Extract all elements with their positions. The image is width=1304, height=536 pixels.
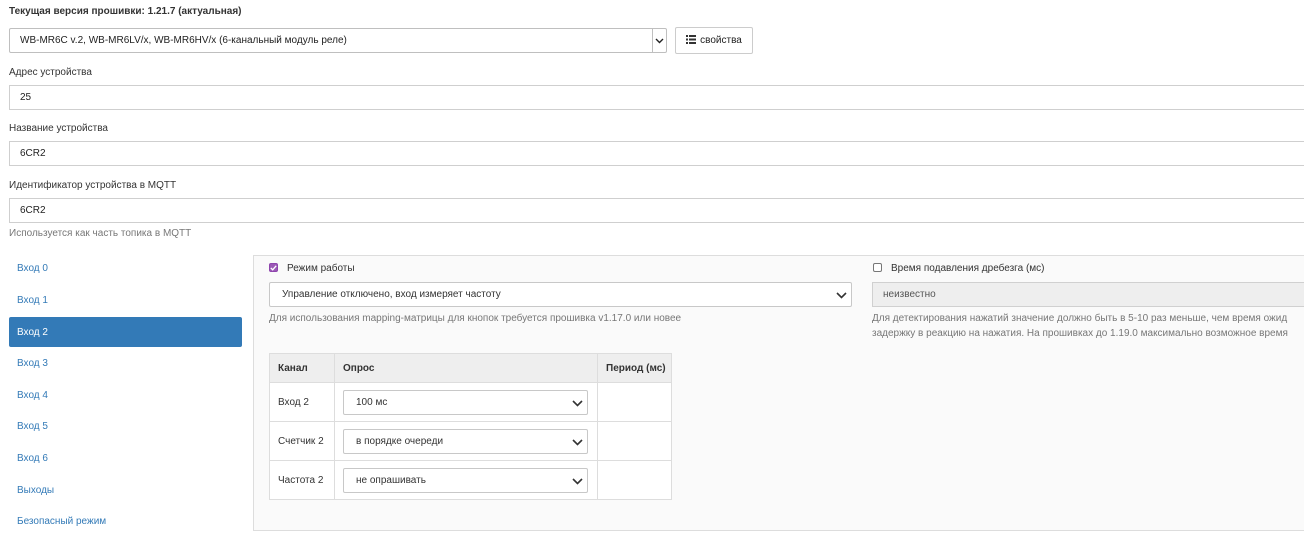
address-label: Адрес устройства [9, 67, 92, 78]
mqtt-id-value: 6CR2 [20, 205, 46, 216]
sidebar-item-label: Вход 0 [17, 262, 48, 274]
debounce-checkbox[interactable] [873, 263, 882, 272]
poll-cell: в порядке очереди [334, 421, 598, 461]
properties-button-label: свойства [700, 35, 742, 46]
sidebar-item-safe-mode[interactable]: Безопасный режим [9, 506, 242, 536]
address-input[interactable]: 25 [9, 85, 1304, 110]
poll-table: Канал Опрос Период (мс) Вход 2 100 мс Сч… [269, 353, 672, 500]
poll-select-value: 100 мс [356, 396, 388, 408]
header-channel: Канал [269, 353, 335, 383]
debounce-value: неизвестно [883, 289, 936, 300]
poll-cell: не опрашивать [334, 460, 598, 500]
mqtt-id-input[interactable]: 6CR2 [9, 198, 1304, 223]
period-cell[interactable] [597, 421, 672, 461]
mode-checkbox[interactable] [269, 263, 278, 272]
poll-cell: 100 мс [334, 382, 598, 422]
device-type-value: WB-MR6C v.2, WB-MR6LV/x, WB-MR6HV/x (6-к… [20, 35, 347, 46]
poll-select-value: не опрашивать [356, 474, 426, 486]
sidebar-item-input-1[interactable]: Вход 1 [9, 285, 242, 315]
chevron-down-icon [836, 291, 847, 302]
chevron-down-icon [572, 399, 583, 410]
properties-button[interactable]: свойства [675, 27, 753, 54]
mqtt-id-help: Используется как часть топика в MQTT [9, 228, 192, 239]
sidebar-item-label: Вход 4 [17, 389, 48, 401]
device-name-value: 6CR2 [20, 148, 46, 159]
device-type-select[interactable]: WB-MR6C v.2, WB-MR6LV/x, WB-MR6HV/x (6-к… [9, 28, 667, 53]
period-cell[interactable] [597, 382, 672, 422]
poll-select-value: в порядке очереди [356, 435, 444, 447]
chevron-down-icon [572, 477, 583, 488]
sidebar-item-label: Вход 6 [17, 452, 48, 464]
header-poll: Опрос [334, 353, 598, 383]
debounce-input[interactable]: неизвестно [872, 282, 1304, 307]
sidebar-item-label: Вход 5 [17, 420, 48, 432]
device-name-input[interactable]: 6CR2 [9, 141, 1304, 166]
debounce-label: Время подавления дребезга (мс) [891, 263, 1045, 274]
list-icon [686, 34, 697, 47]
debounce-help-line-2: задержку в реакцию на нажатия. На прошив… [872, 328, 1288, 339]
mode-help: Для использования mapping-матрицы для кн… [269, 313, 682, 324]
checkmark-icon [270, 264, 277, 271]
mode-select-value: Управление отключено, вход измеряет част… [282, 289, 501, 300]
header-period: Период (мс) [597, 353, 672, 383]
table-row: Частота 2 не опрашивать [269, 460, 672, 500]
sidebar-item-label: Вход 3 [17, 357, 48, 369]
channel-cell: Вход 2 [269, 382, 335, 422]
poll-select[interactable]: в порядке очереди [343, 428, 588, 454]
poll-select[interactable]: 100 мс [343, 389, 588, 415]
device-name-label: Название устройства [9, 123, 108, 134]
address-value: 25 [20, 92, 32, 103]
chevron-down-icon [572, 438, 583, 449]
table-row: Вход 2 100 мс [269, 382, 672, 422]
mode-label: Режим работы [287, 263, 355, 274]
sidebar-item-input-3[interactable]: Вход 3 [9, 348, 242, 378]
sidebar-item-outputs[interactable]: Выходы [9, 475, 242, 505]
sidebar-item-label: Выходы [17, 484, 55, 496]
poll-select[interactable]: не опрашивать [343, 467, 588, 493]
sidebar-item-input-6[interactable]: Вход 6 [9, 443, 242, 473]
mqtt-id-label: Идентификатор устройства в MQTT [9, 180, 177, 191]
mode-select[interactable]: Управление отключено, вход измеряет част… [269, 282, 852, 307]
debounce-help-line-1: Для детектирования нажатий значение долж… [872, 313, 1288, 324]
channel-cell: Счетчик 2 [269, 421, 335, 461]
sidebar-item-input-0[interactable]: Вход 0 [9, 253, 242, 283]
sidebar-item-input-5[interactable]: Вход 5 [9, 411, 242, 441]
channel-cell: Частота 2 [269, 460, 335, 500]
table-header-row: Канал Опрос Период (мс) [269, 353, 672, 383]
sidebar-item-input-2[interactable]: Вход 2 [9, 317, 242, 347]
sidebar-item-label: Вход 2 [17, 326, 48, 338]
table-row: Счетчик 2 в порядке очереди [269, 421, 672, 461]
sidebar-item-label: Вход 1 [17, 294, 48, 306]
chevron-down-icon [652, 29, 666, 52]
firmware-version-title: Текущая версия прошивки: 1.21.7 (актуаль… [9, 6, 242, 17]
period-cell[interactable] [597, 460, 672, 500]
sidebar-item-label: Безопасный режим [17, 515, 107, 527]
sidebar-item-input-4[interactable]: Вход 4 [9, 380, 242, 410]
